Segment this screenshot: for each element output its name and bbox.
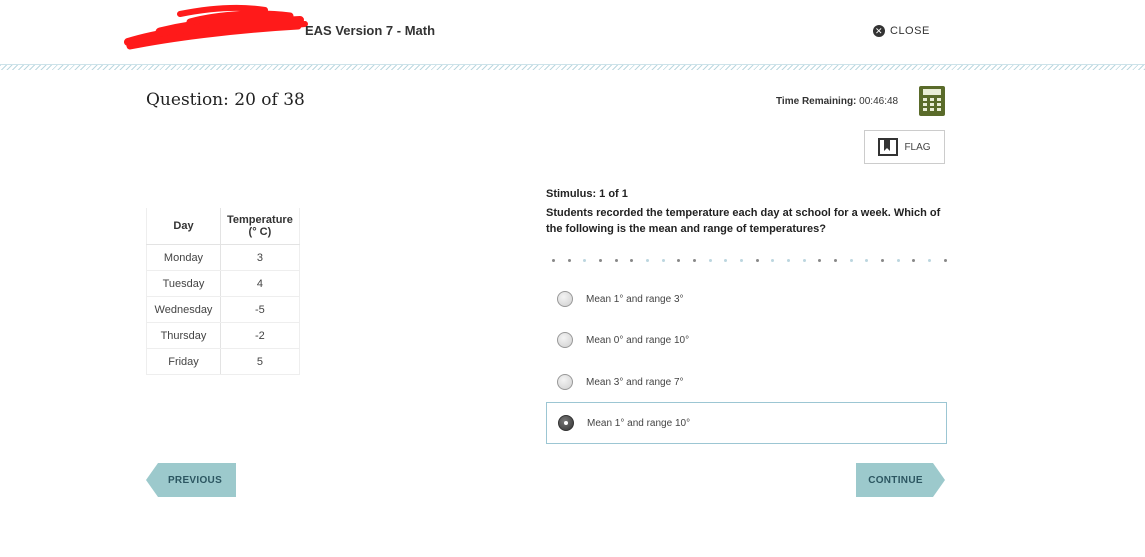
table-row: Wednesday -5 (146, 296, 300, 323)
table-row: Tuesday 4 (146, 270, 300, 297)
previous-button[interactable]: PREVIOUS (146, 463, 236, 497)
divider-dot (849, 258, 853, 262)
divider-dot (740, 258, 744, 262)
table-header-temperature: Temperature (° C) (220, 208, 300, 245)
table-cell-temperature: -2 (220, 322, 300, 349)
question-text: Students recorded the temperature each d… (546, 207, 941, 235)
flag-button[interactable]: FLAG (864, 130, 945, 164)
table-cell-day: Friday (146, 348, 221, 375)
divider-dot (724, 258, 728, 262)
time-remaining: Time Remaining: 00:46:48 (776, 96, 898, 107)
table-cell-day: Thursday (146, 322, 221, 349)
divider-dot (552, 258, 555, 262)
divider-dot (912, 258, 916, 262)
divider-dot (708, 258, 712, 262)
table-header-day: Day (146, 208, 221, 245)
divider-dot (583, 258, 587, 262)
app-title: EAS Version 7 - Math (305, 23, 436, 38)
radio-button[interactable] (557, 374, 573, 390)
stimulus-label: Stimulus: 1 of 1 (546, 188, 628, 200)
answer-option-label: Mean 3° and range 7° (586, 376, 684, 388)
table-row: Monday 3 (146, 244, 300, 271)
table-cell-day: Tuesday (146, 270, 221, 297)
divider-dot (771, 258, 775, 262)
divider-dot (693, 258, 697, 262)
table-cell-temperature: -5 (220, 296, 300, 323)
divider-dot (834, 258, 838, 262)
answer-option[interactable]: Mean 3° and range 7° (546, 362, 947, 402)
divider-dot (896, 258, 900, 262)
answer-option-selected[interactable]: Mean 1° and range 10° (546, 402, 947, 444)
flag-icon (878, 138, 899, 156)
time-remaining-label: Time Remaining: (776, 96, 857, 107)
divider-dot (755, 258, 759, 262)
radio-button[interactable] (557, 291, 573, 307)
divider-dot (881, 258, 885, 262)
close-label: CLOSE (890, 25, 930, 37)
table-header-temperature-unit: (° C) (248, 226, 272, 238)
answer-option-label: Mean 1° and range 10° (587, 417, 691, 429)
divider-dot (646, 258, 650, 262)
answer-option[interactable]: Mean 1° and range 3° (546, 279, 947, 319)
radio-button[interactable] (557, 332, 573, 348)
divider-dot (614, 258, 618, 262)
time-remaining-value: 00:46:48 (859, 96, 899, 107)
answer-option-label: Mean 1° and range 3° (586, 293, 684, 305)
question-title: Question: 20 of 38 (146, 90, 305, 110)
table-cell-temperature: 5 (220, 348, 300, 375)
table-cell-day: Monday (146, 244, 221, 271)
table-row: Friday 5 (146, 348, 300, 375)
calculator-icon[interactable] (919, 86, 945, 116)
divider-dot (865, 258, 869, 262)
table-cell-temperature: 4 (220, 270, 300, 297)
continue-button[interactable]: CONTINUE (856, 463, 945, 497)
flag-label: FLAG (904, 141, 931, 153)
divider-dot (943, 258, 947, 262)
divider-dot (818, 258, 822, 262)
divider-dot (928, 258, 932, 262)
table-cell-day: Wednesday (146, 296, 221, 323)
divider-dot (661, 258, 665, 262)
close-button[interactable]: ✕ CLOSE (873, 25, 930, 37)
table-header-temperature-label: Temperature (227, 214, 293, 226)
radio-button-checked[interactable] (558, 415, 574, 431)
redaction-scribble (124, 4, 308, 50)
divider-dot (599, 258, 603, 262)
answer-option[interactable]: Mean 0° and range 10° (546, 320, 947, 360)
divider-dot (630, 258, 634, 262)
table-header-row: Day Temperature (° C) (146, 208, 300, 245)
header-divider (0, 64, 1145, 70)
temperature-table: Day Temperature (° C) Monday 3 Tuesday 4… (146, 208, 300, 375)
divider-dot (567, 258, 571, 262)
answer-option-label: Mean 0° and range 10° (586, 334, 690, 346)
divider-dot (802, 258, 806, 262)
dot-divider (552, 257, 947, 263)
close-icon: ✕ (873, 25, 885, 37)
table-cell-temperature: 3 (220, 244, 300, 271)
divider-dot (677, 258, 681, 262)
table-row: Thursday -2 (146, 322, 300, 349)
divider-dot (787, 258, 791, 262)
